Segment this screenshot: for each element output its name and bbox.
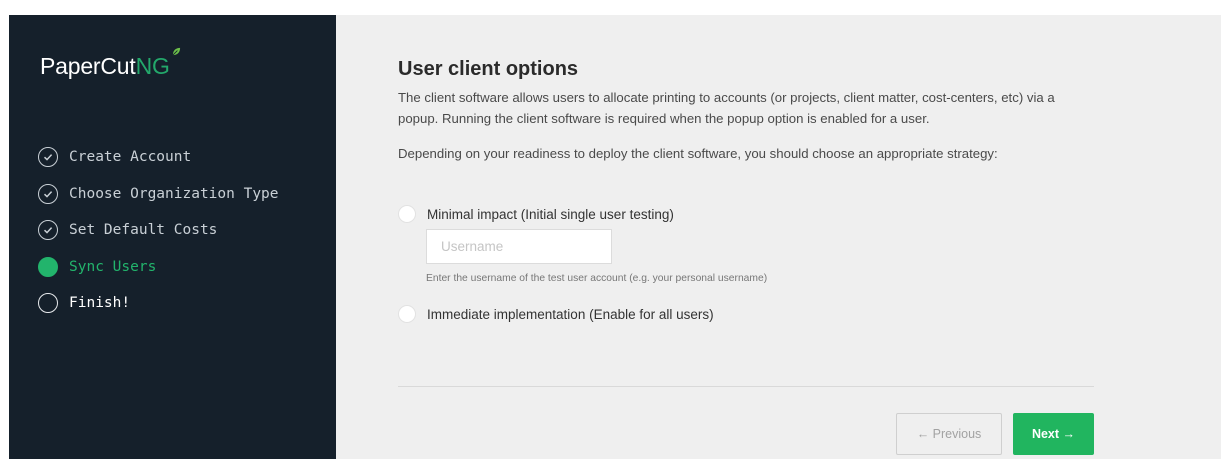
main-panel: User client options The client software … [336, 15, 1221, 459]
option-immediate-implementation[interactable]: Immediate implementation (Enable for all… [398, 305, 714, 323]
step-label: Choose Organization Type [69, 185, 279, 202]
step-create-account: Create Account [38, 139, 279, 176]
empty-circle-icon [38, 293, 58, 314]
step-choose-organization-type: Choose Organization Type [38, 176, 279, 213]
option-minimal-impact[interactable]: Minimal impact (Initial single user test… [398, 205, 674, 223]
option-minimal-impact-label: Minimal impact (Initial single user test… [427, 206, 674, 222]
username-hint: Enter the username of the test user acco… [426, 273, 768, 284]
check-circle-icon [38, 147, 58, 168]
papercut-logo: PaperCutNG [40, 47, 180, 80]
step-set-default-costs: Set Default Costs [38, 212, 279, 249]
strategy-text: Depending on your readiness to deploy th… [398, 146, 998, 161]
wizard-steps: Create Account Choose Organization Type … [38, 139, 279, 322]
leaf-icon [172, 47, 180, 56]
footer-divider [398, 386, 1094, 387]
check-circle-icon [38, 220, 58, 241]
step-finish: Finish! [38, 285, 279, 322]
step-label: Finish! [69, 295, 131, 312]
check-circle-icon [38, 183, 58, 204]
step-label: Set Default Costs [69, 222, 218, 239]
setup-wizard: PaperCutNG Create Account Choose Organiz… [9, 15, 1221, 459]
step-label: Create Account [69, 149, 192, 166]
logo-text-ng: NG [135, 53, 170, 79]
sidebar: PaperCutNG Create Account Choose Organiz… [9, 15, 336, 459]
next-button[interactable]: Next → [1013, 413, 1094, 455]
radio-immediate-implementation[interactable] [398, 305, 416, 323]
filled-circle-icon [38, 256, 58, 277]
description-text: The client software allows users to allo… [398, 90, 1055, 126]
previous-button[interactable]: ← Previous [896, 413, 1002, 455]
page-title: User client options [398, 58, 579, 80]
step-sync-users: Sync Users [38, 249, 279, 286]
logo-text-papercut: PaperCut [40, 53, 136, 79]
option-immediate-implementation-label: Immediate implementation (Enable for all… [427, 306, 714, 322]
username-input[interactable] [426, 229, 612, 264]
radio-minimal-impact[interactable] [398, 205, 416, 223]
step-label: Sync Users [69, 258, 157, 275]
content: User client options The client software … [398, 57, 1098, 323]
